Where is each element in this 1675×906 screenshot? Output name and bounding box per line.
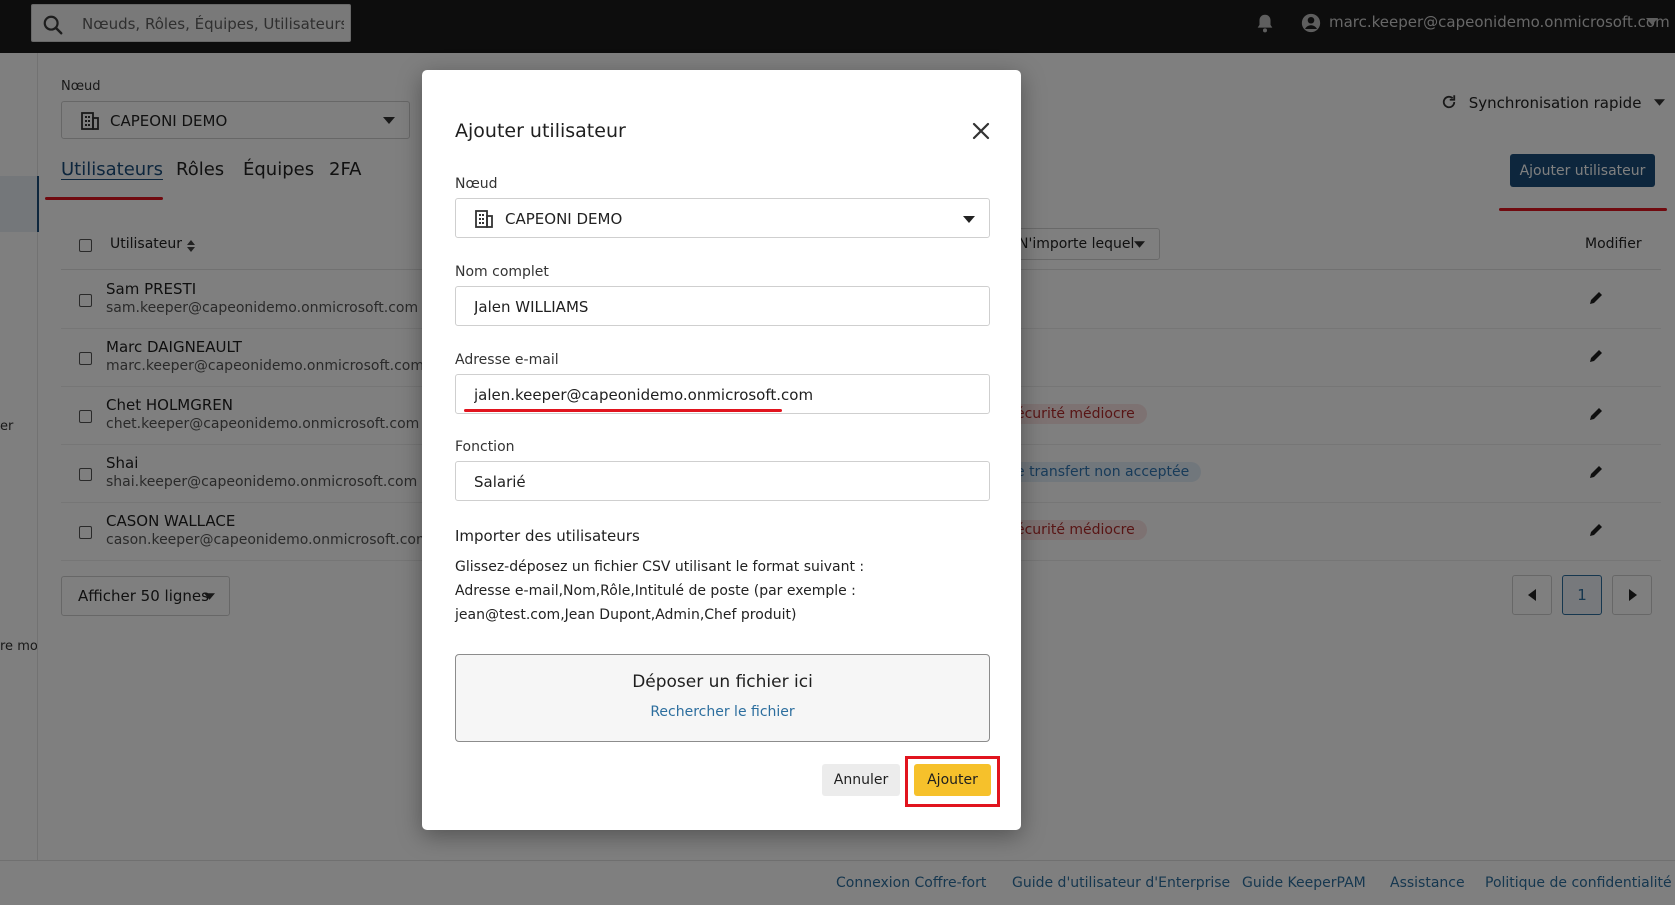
- browse-file-link[interactable]: Rechercher le fichier: [456, 704, 989, 720]
- import-format: Adresse e-mail,Nom,Rôle,Intitulé de post…: [455, 583, 856, 623]
- add-user-dialog: Ajouter utilisateur Nœud CAPEONI DEMO No…: [422, 70, 1021, 830]
- fullname-field[interactable]: [455, 286, 990, 327]
- highlight-underline: [464, 409, 782, 412]
- job-label: Fonction: [455, 439, 515, 455]
- dropzone-title: Déposer un fichier ici: [632, 672, 813, 692]
- add-button[interactable]: Ajouter: [914, 764, 991, 796]
- file-dropzone[interactable]: Déposer un fichier ici Rechercher le fic…: [455, 654, 990, 742]
- node-field-value: CAPEONI DEMO: [505, 210, 623, 228]
- job-input[interactable]: [472, 462, 976, 502]
- email-label: Adresse e-mail: [455, 352, 559, 368]
- email-field[interactable]: [455, 374, 990, 415]
- caret-down-icon: [963, 216, 975, 223]
- import-instructions: Glissez-déposez un fichier CSV utilisant…: [455, 559, 865, 575]
- fullname-input[interactable]: [472, 287, 976, 327]
- job-field[interactable]: [455, 461, 990, 502]
- cancel-button[interactable]: Annuler: [822, 764, 900, 796]
- node-field-select[interactable]: CAPEONI DEMO: [455, 198, 990, 238]
- import-title: Importer des utilisateurs: [455, 527, 640, 545]
- close-icon[interactable]: [972, 122, 990, 140]
- fullname-label: Nom complet: [455, 264, 549, 280]
- dialog-title: Ajouter utilisateur: [455, 120, 626, 142]
- node-field-label: Nœud: [455, 176, 498, 192]
- building-icon: [475, 210, 493, 228]
